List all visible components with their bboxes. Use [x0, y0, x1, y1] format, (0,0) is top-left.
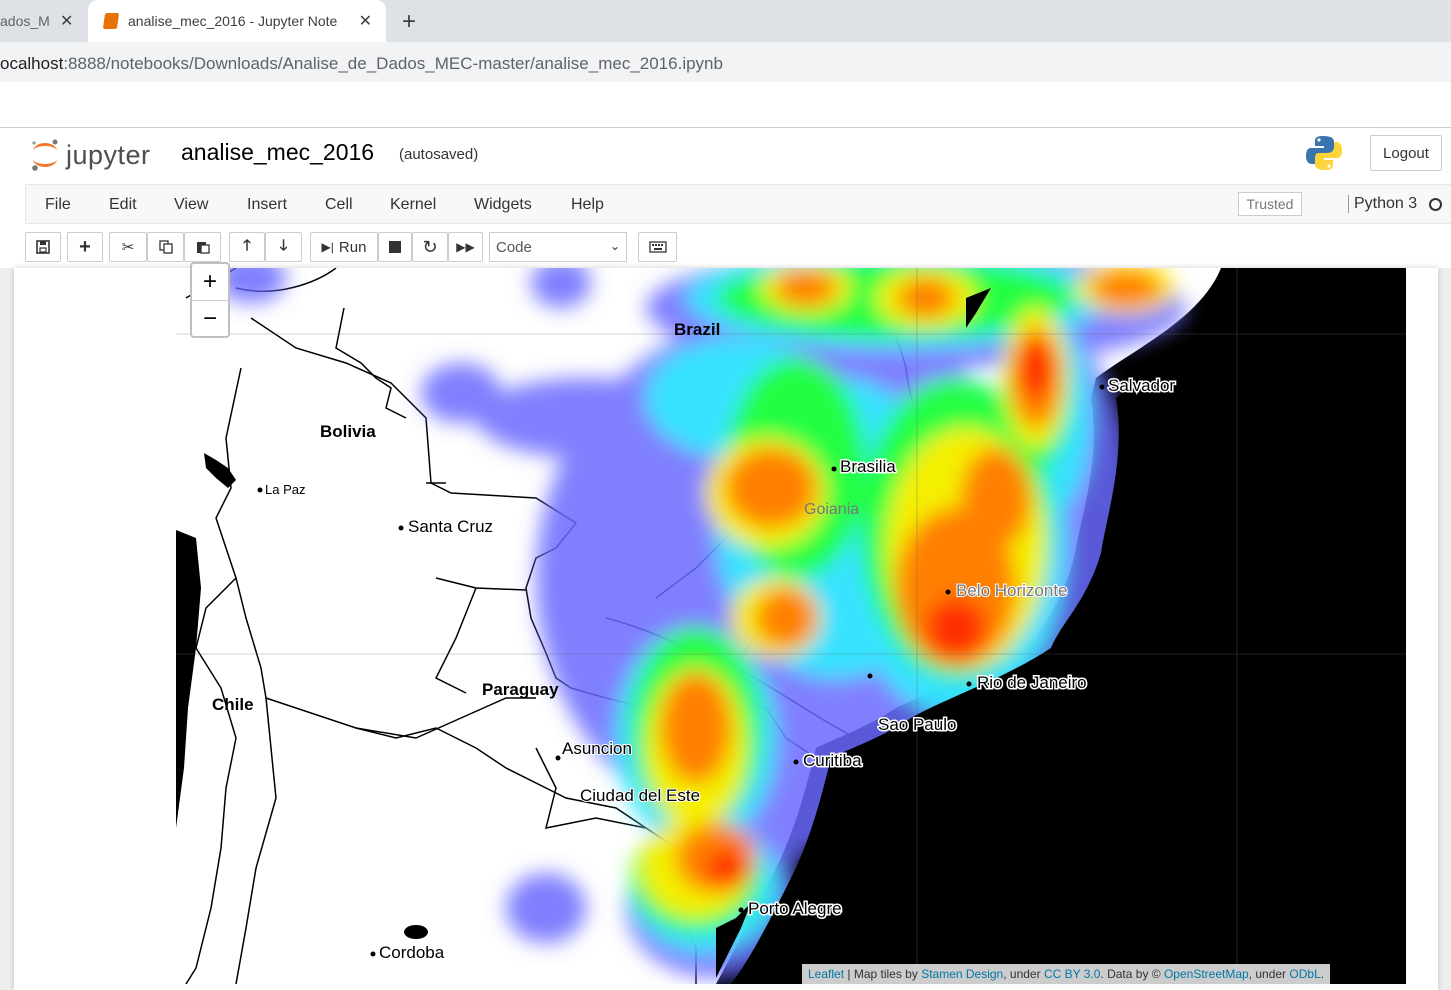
label-salvador: Salvador: [1108, 376, 1175, 395]
browser-tab-active[interactable]: analise_mec_2016 - Jupyter Note ✕: [88, 0, 386, 42]
menu-widgets[interactable]: Widgets: [474, 196, 532, 214]
restart-button[interactable]: ↻: [412, 232, 448, 262]
zoom-control: + −: [190, 262, 230, 338]
label-rio-de-janeiro: Rio de Janeiro: [977, 673, 1087, 692]
logout-button[interactable]: Logout: [1370, 135, 1442, 171]
stamen-link[interactable]: Stamen Design: [921, 967, 1003, 981]
cut-button[interactable]: ✂: [109, 232, 147, 262]
move-down-button[interactable]: 🡓: [265, 232, 302, 262]
label-sao-paulo: Sao Paulo: [878, 715, 956, 734]
interrupt-button[interactable]: [378, 232, 412, 262]
zoom-out-button[interactable]: −: [192, 300, 228, 336]
jupyter-logo-text: jupyter: [66, 139, 151, 170]
restart-icon: ↻: [422, 236, 438, 257]
run-button[interactable]: ▶| Run: [310, 232, 378, 262]
chevron-down-icon: ⌄: [609, 239, 620, 253]
address-bar[interactable]: ocalhost:8888/notebooks/Downloads/Analis…: [0, 42, 1451, 82]
menu-file[interactable]: File: [45, 196, 71, 214]
fast-forward-icon: ▶▶: [456, 240, 475, 254]
kernel-name: Python 3: [1348, 195, 1417, 213]
autosave-status: (autosaved): [399, 146, 479, 163]
move-up-button[interactable]: 🡑: [229, 232, 265, 262]
heatmap-map[interactable]: Brazil Bolivia Paraguay Chile Salvador B…: [176, 268, 1406, 984]
label-la-paz: La Paz: [265, 482, 305, 497]
jupyter-logo-icon: [30, 137, 60, 173]
label-bolivia: Bolivia: [320, 422, 376, 441]
url-host: ocalhost: [0, 54, 64, 73]
browser-tab-bar: ados_M ✕ analise_mec_2016 - Jupyter Note…: [0, 0, 1451, 42]
map-attribution: Leaflet | Map tiles by Stamen Design, un…: [802, 964, 1331, 984]
run-label: Run: [338, 238, 367, 256]
insert-cell-button[interactable]: +: [67, 232, 103, 262]
keyboard-icon: [648, 241, 667, 253]
python-logo-icon: [1305, 134, 1343, 172]
menu-insert[interactable]: Insert: [247, 196, 287, 214]
label-chile: Chile: [212, 695, 254, 714]
label-brazil: Brazil: [674, 320, 720, 339]
menu-view[interactable]: View: [174, 196, 208, 214]
new-tab-button[interactable]: +: [402, 8, 416, 36]
cell-type-select[interactable]: Code ⌄: [489, 232, 627, 262]
command-palette-button[interactable]: [638, 232, 677, 262]
copy-button[interactable]: [147, 232, 184, 262]
attribution-text: , under: [1248, 967, 1290, 981]
url-text[interactable]: ocalhost:8888/notebooks/Downloads/Analis…: [0, 54, 723, 74]
paste-icon: [196, 242, 210, 254]
arrow-up-icon: 🡑: [243, 236, 251, 254]
restart-run-all-button[interactable]: ▶▶: [448, 232, 483, 262]
odbl-link[interactable]: ODbL: [1289, 967, 1320, 981]
label-goiania: Goiania: [804, 501, 859, 518]
stop-icon: [389, 241, 401, 253]
label-cordoba: Cordoba: [379, 943, 445, 962]
trusted-indicator[interactable]: Trusted: [1238, 192, 1302, 216]
label-curitiba: Curitiba: [803, 751, 862, 770]
leaflet-link[interactable]: Leaflet: [808, 967, 844, 981]
map-canvas: Brazil Bolivia Paraguay Chile Salvador B…: [176, 268, 1406, 984]
jupyter-header: jupyter analise_mec_2016 (autosaved) Log…: [0, 129, 1451, 185]
bookmarks-bar: [0, 82, 1451, 128]
cell-type-value: Code: [496, 239, 532, 256]
close-tab-icon[interactable]: ✕: [359, 11, 372, 31]
menu-help[interactable]: Help: [571, 196, 604, 214]
notebook-icon: [102, 13, 120, 29]
menu-edit[interactable]: Edit: [109, 196, 137, 214]
attribution-text: .: [1320, 967, 1325, 981]
attribution-text: , under: [1003, 967, 1044, 981]
arrow-down-icon: 🡓: [279, 236, 288, 254]
notebook-name[interactable]: analise_mec_2016: [181, 139, 374, 166]
save-button[interactable]: [25, 232, 61, 262]
close-tab-icon[interactable]: ✕: [60, 11, 73, 31]
attribution-text: | Map tiles by: [844, 967, 922, 981]
label-belo-horizonte: Belo Horizonte: [956, 581, 1068, 600]
step-forward-icon: ▶|: [321, 240, 334, 254]
osm-link[interactable]: OpenStreetMap: [1164, 967, 1249, 981]
label-porto-alegre: Porto Alegre: [748, 899, 842, 918]
kernel-idle-icon: [1429, 198, 1442, 211]
menu-kernel[interactable]: Kernel: [390, 196, 436, 214]
tab-title: analise_mec_2016 - Jupyter Note: [128, 13, 338, 29]
tab-title: ados_M: [0, 13, 50, 29]
paste-button[interactable]: [184, 232, 221, 262]
copy-icon: [158, 240, 173, 254]
jupyter-logo[interactable]: jupyter: [30, 137, 151, 173]
zoom-in-button[interactable]: +: [192, 264, 228, 300]
save-icon: [36, 240, 50, 254]
menu-bar: File Edit View Insert Cell Kernel Widget…: [25, 184, 1451, 224]
browser-tab-inactive[interactable]: ados_M ✕: [0, 0, 86, 42]
url-path: :8888/notebooks/Downloads/Analise_de_Dad…: [63, 54, 723, 73]
plus-icon: +: [79, 235, 91, 258]
label-paraguay: Paraguay: [482, 680, 559, 699]
label-ciudad-del-este: Ciudad del Este: [580, 786, 700, 805]
label-santa-cruz: Santa Cruz: [408, 517, 493, 536]
attribution-text: . Data by ©: [1100, 967, 1164, 981]
menu-cell[interactable]: Cell: [325, 196, 353, 214]
scissors-icon: ✂: [121, 239, 135, 256]
label-brasilia: Brasilia: [840, 457, 896, 476]
ccby-link[interactable]: CC BY 3.0: [1044, 967, 1100, 981]
label-asuncion: Asuncion: [562, 739, 632, 758]
